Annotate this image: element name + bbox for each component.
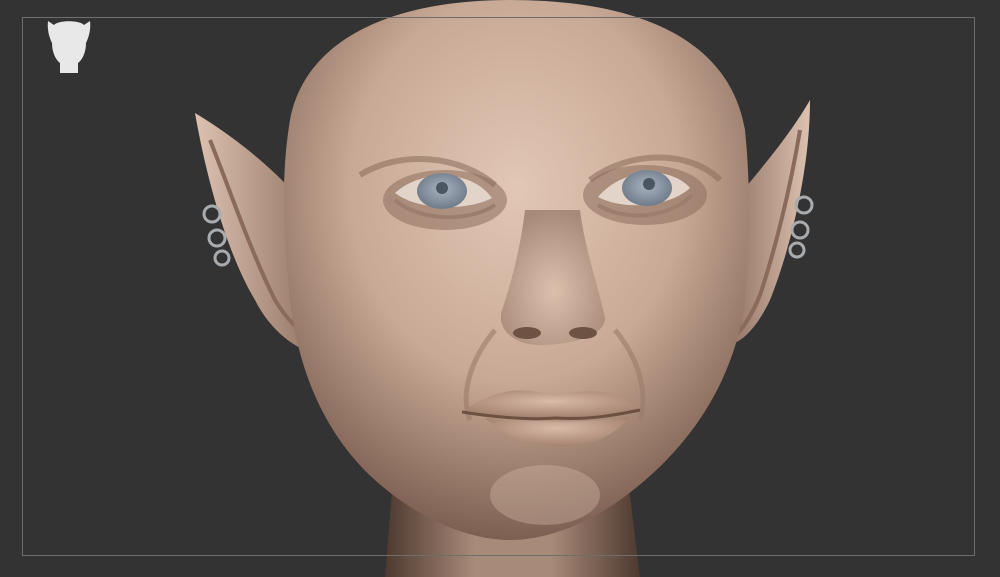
- head-silhouette-icon[interactable]: [40, 19, 98, 75]
- elf-head-sculpt[interactable]: [0, 0, 1000, 577]
- sculpt-viewport[interactable]: [0, 0, 1000, 577]
